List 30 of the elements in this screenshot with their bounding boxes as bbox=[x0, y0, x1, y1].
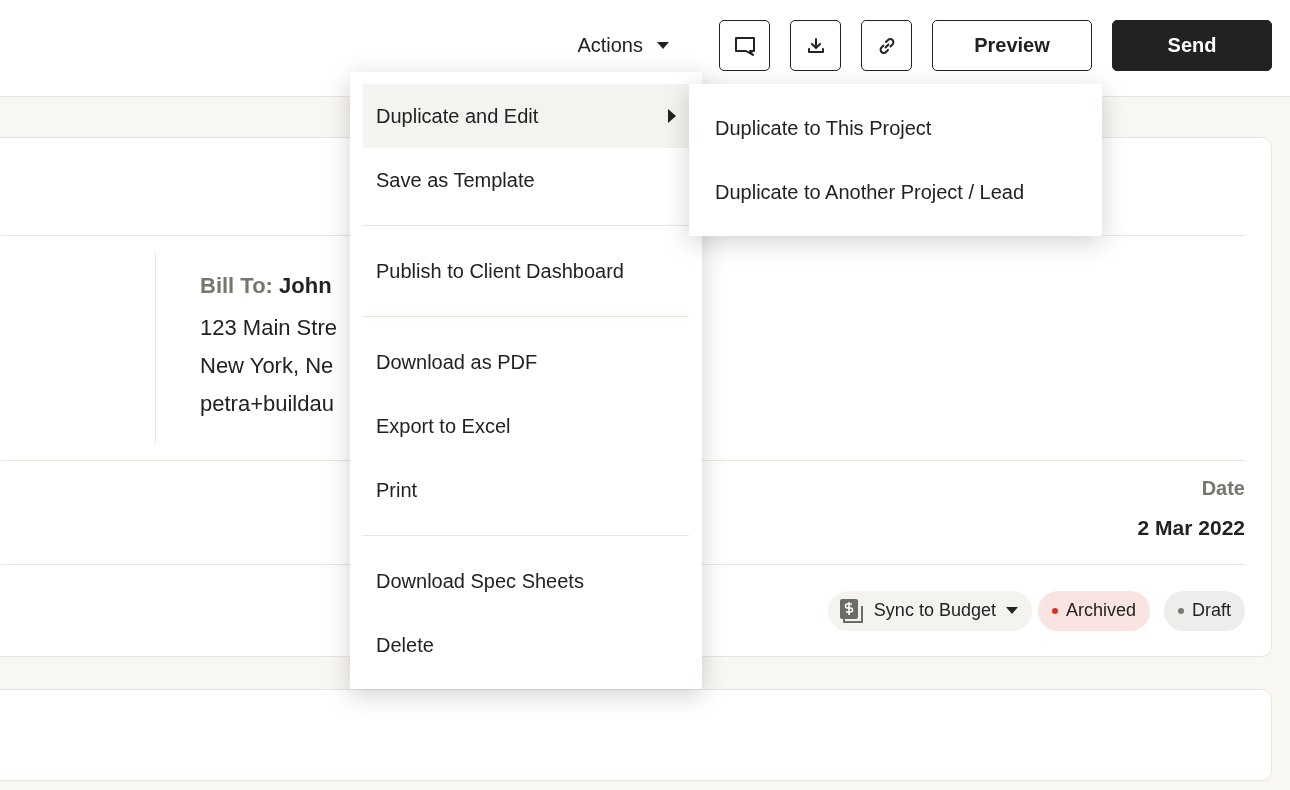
status-tag: Draft bbox=[1164, 590, 1245, 631]
menu-item[interactable]: Delete bbox=[363, 613, 689, 677]
bill-to-name: Bill To: John bbox=[200, 272, 333, 300]
date-label: Date bbox=[1200, 477, 1245, 500]
submenu-item[interactable]: Duplicate to This Project bbox=[715, 96, 1076, 160]
preview-button[interactable]: Preview bbox=[932, 20, 1092, 71]
menu-item[interactable]: Publish to Client Dashboard bbox=[363, 239, 689, 303]
menu-item[interactable]: Duplicate and Edit bbox=[363, 84, 689, 148]
actions-dropdown[interactable]: Actions bbox=[565, 20, 681, 71]
submenu-item[interactable]: Duplicate to Another Project / Lead bbox=[715, 160, 1076, 224]
download-icon bbox=[805, 35, 826, 56]
caret-icon bbox=[657, 42, 669, 49]
sync-to-budget-dropdown[interactable]: Sync to Budget bbox=[827, 590, 1032, 631]
budget-icon bbox=[837, 597, 864, 624]
address-line: New York, Ne bbox=[200, 352, 335, 380]
speech-bubble-icon bbox=[733, 35, 756, 56]
date-value: 2 Mar 2022 bbox=[1137, 516, 1245, 540]
address-line: petra+buildau bbox=[200, 390, 335, 418]
menu-item[interactable]: Export to Excel bbox=[363, 394, 689, 458]
link-button[interactable] bbox=[861, 20, 912, 71]
menu-item[interactable]: Print bbox=[363, 458, 689, 522]
download-button[interactable] bbox=[790, 20, 841, 71]
send-button[interactable]: Send bbox=[1112, 20, 1272, 71]
status-tag: Archived bbox=[1037, 590, 1150, 631]
address-line: 123 Main Stre bbox=[200, 314, 337, 342]
menu-item[interactable]: Download as PDF bbox=[363, 330, 689, 394]
caret-icon bbox=[1005, 607, 1018, 614]
menu-item[interactable]: Download Spec Sheets bbox=[363, 549, 689, 613]
comment-button[interactable] bbox=[719, 20, 770, 71]
menu-item[interactable]: Save as Template bbox=[363, 148, 689, 212]
